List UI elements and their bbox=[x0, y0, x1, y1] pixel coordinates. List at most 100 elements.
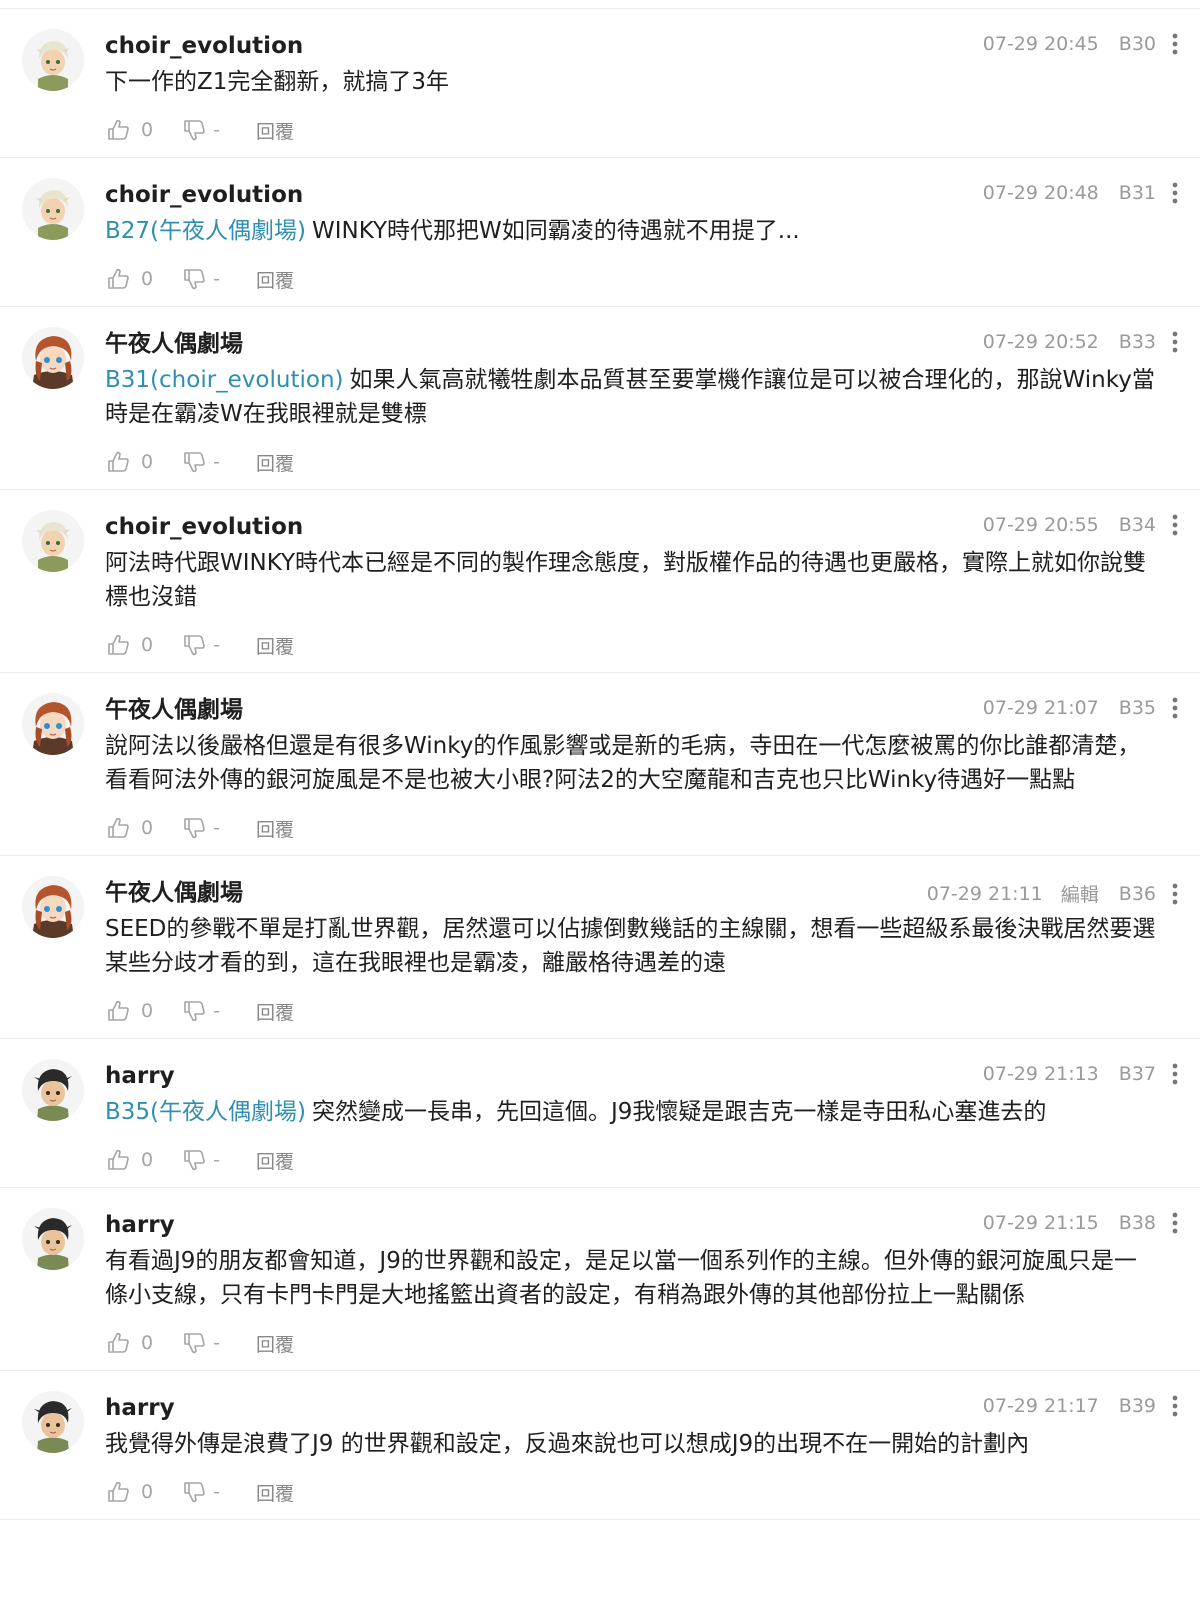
comment-meta: 07-29 20:52 B33 bbox=[983, 331, 1178, 353]
like-button[interactable]: 0 bbox=[107, 817, 183, 839]
dislike-button[interactable]: - bbox=[183, 1149, 256, 1171]
like-count: 0 bbox=[141, 817, 154, 839]
comment-time: 07-29 21:07 bbox=[982, 697, 1099, 719]
floor-number: B31 bbox=[1118, 182, 1156, 204]
avatar[interactable] bbox=[22, 327, 84, 389]
dislike-button[interactable]: - bbox=[183, 1481, 256, 1503]
reply-button[interactable]: 回覆 bbox=[256, 815, 294, 842]
comment-item: 07-29 21:13 B37 harry B35(午夜人偶劇場) 突然變成一長串… bbox=[0, 1039, 1200, 1188]
reply-button[interactable]: 回覆 bbox=[256, 266, 294, 293]
reply-button[interactable]: 回覆 bbox=[256, 117, 294, 144]
dislike-count: - bbox=[213, 1332, 220, 1354]
comment-time: 07-29 21:13 bbox=[982, 1063, 1099, 1085]
dislike-button[interactable]: - bbox=[183, 1332, 256, 1354]
comment-time: 07-29 20:52 bbox=[982, 331, 1099, 353]
comment-content: 下一作的Z1完全翻新，就搞了3年 bbox=[105, 65, 1160, 99]
dislike-count: - bbox=[213, 1000, 220, 1022]
comment-actions: 0 - 回覆 bbox=[107, 115, 1160, 145]
like-button[interactable]: 0 bbox=[107, 268, 183, 290]
comment-list: 07-29 20:45 B30 choir_evolution 下一作的Z1完全… bbox=[0, 9, 1200, 1520]
comment-actions: 0 - 回覆 bbox=[107, 630, 1160, 660]
reply-button[interactable]: 回覆 bbox=[256, 449, 294, 476]
comment-meta: 07-29 20:48 B31 bbox=[983, 182, 1178, 204]
more-options-icon[interactable] bbox=[1172, 331, 1178, 353]
thumbs-up-icon bbox=[107, 451, 131, 473]
comment-actions: 0 - 回覆 bbox=[107, 996, 1160, 1026]
avatar[interactable] bbox=[22, 510, 84, 572]
more-options-icon[interactable] bbox=[1172, 182, 1178, 204]
reply-button[interactable]: 回覆 bbox=[256, 1147, 294, 1174]
floor-number: B33 bbox=[1118, 331, 1156, 353]
reply-tag-link[interactable]: B31(choir_evolution) bbox=[105, 367, 344, 393]
comment-meta: 07-29 21:15 B38 bbox=[983, 1212, 1178, 1234]
comment-text: WINKY時代那把W如同霸凌的待遇就不用提了... bbox=[312, 218, 800, 244]
more-options-icon[interactable] bbox=[1172, 33, 1178, 55]
comment-content: 說阿法以後嚴格但還是有很多Winky的作風影響或是新的毛病，寺田在一代怎麼被罵的… bbox=[105, 729, 1160, 797]
avatar[interactable] bbox=[22, 876, 84, 938]
comment-item: 07-29 20:52 B33 午夜人偶劇場 B31(choir_evoluti… bbox=[0, 307, 1200, 490]
comment-item: 07-29 20:48 B31 choir_evolution B27(午夜人偶… bbox=[0, 158, 1200, 307]
thumbs-up-icon bbox=[107, 1481, 131, 1503]
reply-button[interactable]: 回覆 bbox=[256, 998, 294, 1025]
like-count: 0 bbox=[141, 1332, 154, 1354]
reply-tag-link[interactable]: B35(午夜人偶劇場) bbox=[105, 1099, 306, 1125]
like-button[interactable]: 0 bbox=[107, 1149, 183, 1171]
comment-content: B31(choir_evolution) 如果人氣高就犧牲劇本品質甚至要掌機作讓位… bbox=[105, 363, 1160, 431]
dislike-count: - bbox=[213, 634, 220, 656]
reply-button[interactable]: 回覆 bbox=[256, 632, 294, 659]
comment-item: 07-29 20:45 B30 choir_evolution 下一作的Z1完全… bbox=[0, 9, 1200, 158]
comment-time: 07-29 21:15 bbox=[982, 1212, 1099, 1234]
dislike-button[interactable]: - bbox=[183, 268, 256, 290]
comment-content: 有看過J9的朋友都會知道，J9的世界觀和設定，是足以當一個系列作的主線。但外傳的… bbox=[105, 1244, 1160, 1312]
avatar[interactable] bbox=[22, 29, 84, 91]
dislike-count: - bbox=[213, 1149, 220, 1171]
reply-tag-link[interactable]: B27(午夜人偶劇場) bbox=[105, 218, 306, 244]
dislike-button[interactable]: - bbox=[183, 451, 256, 473]
thumbs-up-icon bbox=[107, 1000, 131, 1022]
comment-meta: 07-29 21:07 B35 bbox=[983, 697, 1178, 719]
avatar[interactable] bbox=[22, 1391, 84, 1453]
more-options-icon[interactable] bbox=[1172, 1395, 1178, 1417]
like-count: 0 bbox=[141, 1000, 154, 1022]
comment-actions: 0 - 回覆 bbox=[107, 813, 1160, 843]
floor-number: B34 bbox=[1118, 514, 1156, 536]
comment-text: SEED的參戰不單是打亂世界觀，居然還可以佔據倒數幾話的主線關，想看一些超級系最… bbox=[105, 916, 1156, 976]
dislike-button[interactable]: - bbox=[183, 1000, 256, 1022]
dislike-button[interactable]: - bbox=[183, 634, 256, 656]
comment-meta: 07-29 21:13 B37 bbox=[983, 1063, 1178, 1085]
dislike-button[interactable]: - bbox=[183, 817, 256, 839]
like-button[interactable]: 0 bbox=[107, 451, 183, 473]
comment-item: 07-29 21:15 B38 harry 有看過J9的朋友都會知道，J9的世界… bbox=[0, 1188, 1200, 1371]
more-options-icon[interactable] bbox=[1172, 697, 1178, 719]
reply-button[interactable]: 回覆 bbox=[256, 1479, 294, 1506]
like-button[interactable]: 0 bbox=[107, 1332, 183, 1354]
avatar[interactable] bbox=[22, 1208, 84, 1270]
comment-actions: 0 - 回覆 bbox=[107, 1145, 1160, 1175]
like-button[interactable]: 0 bbox=[107, 1481, 183, 1503]
like-button[interactable]: 0 bbox=[107, 634, 183, 656]
avatar[interactable] bbox=[22, 1059, 84, 1121]
comment-meta: 07-29 20:45 B30 bbox=[983, 33, 1178, 55]
avatar[interactable] bbox=[22, 693, 84, 755]
thumbs-up-icon bbox=[107, 1332, 131, 1354]
more-options-icon[interactable] bbox=[1172, 1063, 1178, 1085]
dislike-button[interactable]: - bbox=[183, 119, 256, 141]
comment-meta: 07-29 21:17 B39 bbox=[983, 1395, 1178, 1417]
dislike-count: - bbox=[213, 268, 220, 290]
more-options-icon[interactable] bbox=[1172, 1212, 1178, 1234]
like-button[interactable]: 0 bbox=[107, 119, 183, 141]
comment-time: 07-29 21:17 bbox=[982, 1395, 1099, 1417]
thumbs-down-icon bbox=[183, 1149, 207, 1171]
thumbs-up-icon bbox=[107, 817, 131, 839]
reply-button[interactable]: 回覆 bbox=[256, 1330, 294, 1357]
comment-meta: 07-29 21:11 編輯 B36 bbox=[927, 880, 1178, 907]
comment-actions: 0 - 回覆 bbox=[107, 1328, 1160, 1358]
more-options-icon[interactable] bbox=[1172, 514, 1178, 536]
comment-actions: 0 - 回覆 bbox=[107, 447, 1160, 477]
thumbs-up-icon bbox=[107, 268, 131, 290]
more-options-icon[interactable] bbox=[1172, 883, 1178, 905]
like-button[interactable]: 0 bbox=[107, 1000, 183, 1022]
comment-text: 突然變成一長串，先回這個。J9我懷疑是跟吉克一樣是寺田私心塞進去的 bbox=[312, 1099, 1047, 1125]
avatar[interactable] bbox=[22, 178, 84, 240]
comment-content: SEED的參戰不單是打亂世界觀，居然還可以佔據倒數幾話的主線關，想看一些超級系最… bbox=[105, 912, 1160, 980]
